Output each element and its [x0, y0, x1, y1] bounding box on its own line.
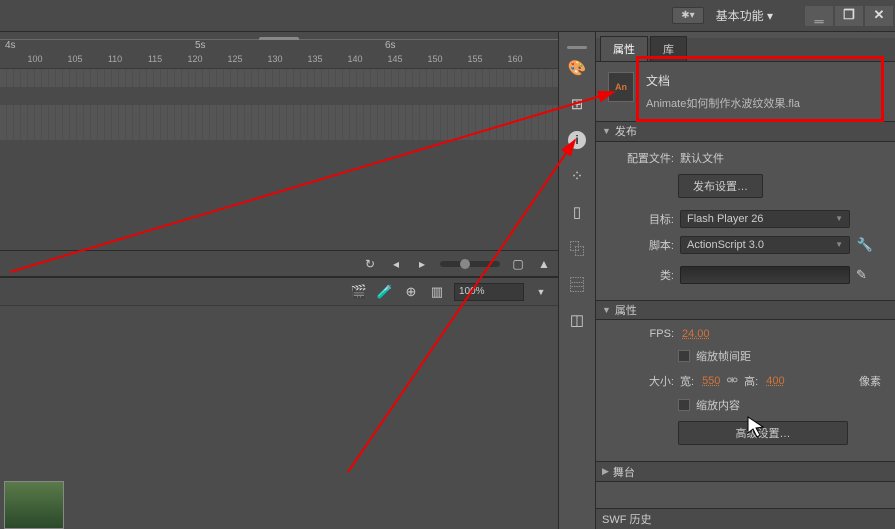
- document-icon: An: [608, 72, 634, 102]
- scale-content-checkbox[interactable]: [678, 399, 690, 411]
- timeline-panel: 4s5s6s1001051101151201251301351401451501…: [0, 32, 558, 277]
- profile-label: 配置文件:: [616, 150, 674, 166]
- chevron-down-icon: ▼: [602, 126, 611, 136]
- restore-button[interactable]: ❐: [835, 6, 863, 26]
- title-bar: ✱▾ 基本功能 ▾ ‗ ❐ ✕: [0, 0, 895, 32]
- layout-icon[interactable]: ▯: [563, 198, 591, 226]
- cursor-icon: [746, 415, 776, 435]
- loop-icon[interactable]: ↻: [362, 256, 378, 272]
- settings-gear-button[interactable]: ✱▾: [672, 7, 703, 24]
- pencil-icon[interactable]: ✎: [856, 267, 867, 283]
- class-label: 类:: [616, 267, 674, 283]
- overflow-icon[interactable]: ▥: [428, 283, 446, 301]
- section-properties-header[interactable]: ▼ 属性: [596, 300, 895, 321]
- publish-section: 配置文件: 默认文件 发布设置… 目标: Flash Player 26▼ 脚本…: [596, 142, 895, 300]
- zoom-dropdown-icon[interactable]: ▼: [532, 283, 550, 301]
- brush-icon[interactable]: ⁘: [563, 162, 591, 190]
- document-filename: Animate如何制作水波纹效果.fla: [646, 95, 800, 111]
- height-value[interactable]: 400: [766, 375, 784, 387]
- section-stage-header[interactable]: ▶ 舞台: [596, 461, 895, 482]
- workspace-switcher[interactable]: 基本功能 ▾: [716, 7, 773, 24]
- script-label: 脚本:: [616, 237, 674, 253]
- stage-canvas[interactable]: [0, 306, 558, 529]
- chain-icon[interactable]: ⚮: [726, 372, 738, 389]
- fps-value[interactable]: 24.00: [682, 328, 710, 340]
- center-icon[interactable]: ⊕: [402, 283, 420, 301]
- class-input[interactable]: [680, 266, 850, 284]
- panel-tabs: 属性 库: [596, 38, 895, 62]
- section-swf-header[interactable]: SWF 历史: [596, 508, 895, 529]
- bucket-icon[interactable]: 🧪: [376, 283, 394, 301]
- scale-content-label: 缩放内容: [696, 397, 740, 413]
- camera-icon[interactable]: 🎬: [350, 283, 368, 301]
- distribute-icon[interactable]: ⿳: [563, 270, 591, 298]
- zoom-out-icon[interactable]: ▢: [510, 256, 526, 272]
- props-section: FPS: 24.00 缩放帧间距 大小: 宽: 550 ⚮ 高: 400 像素 …: [596, 320, 895, 461]
- chevron-right-icon: ▶: [602, 466, 609, 477]
- transform-icon[interactable]: ◫: [563, 306, 591, 334]
- timeline-slider[interactable]: [440, 261, 500, 267]
- tab-properties[interactable]: 属性: [600, 36, 648, 61]
- close-button[interactable]: ✕: [865, 6, 893, 26]
- picture-icon[interactable]: ▲: [536, 256, 552, 272]
- minimize-button[interactable]: ‗: [805, 6, 833, 26]
- stage-zone: 🎬 🧪 ⊕ ▥ 100% ▼: [0, 277, 558, 529]
- next-icon[interactable]: ▸: [414, 256, 430, 272]
- width-value[interactable]: 550: [702, 375, 720, 387]
- timeline-frames[interactable]: [0, 68, 558, 140]
- profile-value: 默认文件: [680, 150, 724, 166]
- properties-panel: 属性 库 An 文档 Animate如何制作水波纹效果.fla ▼ 发布 配置文…: [596, 32, 895, 529]
- info-icon[interactable]: i: [563, 126, 591, 154]
- timeline-ruler[interactable]: 4s5s6s1001051101151201251301351401451501…: [0, 40, 558, 68]
- script-dropdown[interactable]: ActionScript 3.0▼: [680, 236, 850, 254]
- align-icon[interactable]: ⿻: [563, 234, 591, 262]
- scale-frame-label: 缩放帧间距: [696, 348, 751, 364]
- image-thumbnail[interactable]: [4, 481, 64, 529]
- stage-toolbar: 🎬 🧪 ⊕ ▥ 100% ▼: [0, 278, 558, 306]
- grid-icon[interactable]: ⊞: [563, 90, 591, 118]
- tab-library[interactable]: 库: [650, 36, 687, 61]
- target-dropdown[interactable]: Flash Player 26▼: [680, 210, 850, 228]
- swatch-icon[interactable]: 🎨: [563, 54, 591, 82]
- fps-label: FPS:: [616, 328, 674, 340]
- wrench-icon[interactable]: 🔧: [856, 236, 874, 254]
- document-label: 文档: [646, 72, 800, 89]
- pixel-label: 像素: [859, 373, 881, 389]
- section-publish-header[interactable]: ▼ 发布: [596, 121, 895, 142]
- left-panel: 4s5s6s1001051101151201251301351401451501…: [0, 32, 558, 529]
- prev-icon[interactable]: ◂: [388, 256, 404, 272]
- chevron-down-icon: ▼: [602, 305, 611, 315]
- target-label: 目标:: [616, 211, 674, 227]
- timeline-controls: ↻ ◂ ▸ ▢ ▲: [0, 250, 558, 276]
- publish-settings-button[interactable]: 发布设置…: [678, 174, 763, 198]
- document-info: An 文档 Animate如何制作水波纹效果.fla: [596, 62, 895, 121]
- scale-frame-checkbox[interactable]: [678, 350, 690, 362]
- zoom-input[interactable]: 100%: [454, 283, 524, 301]
- size-label: 大小:: [616, 373, 674, 389]
- dock-strip: 🎨 ⊞ i ⁘ ▯ ⿻ ⿳ ◫: [558, 32, 596, 529]
